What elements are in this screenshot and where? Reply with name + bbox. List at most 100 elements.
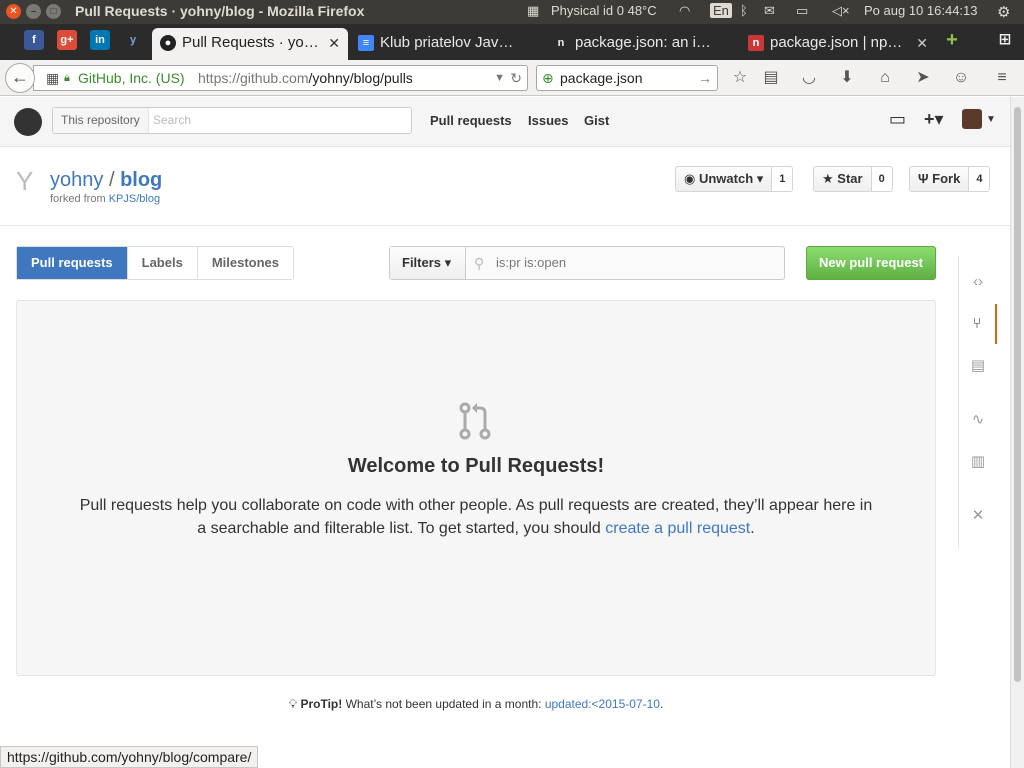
pull-request-nav-icon[interactable]: ⑂ [959,304,997,344]
system-gear-icon[interactable]: ⚙ [997,3,1010,21]
pocket-icon[interactable]: ◡ [799,68,819,88]
graphs-icon[interactable]: ▥ [959,442,997,482]
subnav-milestones[interactable]: Milestones [196,247,293,279]
download-icon[interactable]: ⬇ [837,68,857,88]
star-icon: ★ [822,171,838,186]
volume-icon[interactable]: ◁× [832,3,850,19]
window-close-icon[interactable]: ✕ [6,4,21,19]
search-bar[interactable]: ⊕ package.json → [536,65,718,91]
pulse-icon[interactable]: ∿ [959,400,997,440]
repo-search[interactable]: This repository Search [52,107,412,134]
chevron-down-icon[interactable]: ▼ [986,114,996,125]
settings-icon[interactable]: ✕ [959,496,997,536]
tab-groups-icon[interactable]: ⊞ [995,30,1015,50]
navigation-bar: ▦ 🔒︎ GitHub, Inc. (US) https://github.co… [0,60,1024,96]
status-bar: https://github.com/yohny/blog/compare/ [0,746,259,768]
search-scope: This repository [53,108,149,133]
unwatch-button[interactable]: ◉ Unwatch ▾ [675,166,773,192]
repo-owner-link[interactable]: yohny [50,169,103,191]
repo-name-link[interactable]: blog [120,169,162,191]
wifi-icon[interactable]: ◠ [679,3,690,19]
reading-list-icon[interactable]: ▤ [761,68,781,88]
protip-text: What’s not been updated in a month: [342,697,545,711]
close-icon[interactable]: ✕ [916,28,928,58]
lightbulb-icon: 💡︎ [288,697,301,711]
watch-count[interactable]: 1 [772,166,794,192]
protip-link[interactable]: updated:<2015-07-10 [545,697,660,711]
code-icon[interactable]: ‹› [959,262,997,302]
wiki-icon[interactable]: ▤ [959,346,997,386]
clock[interactable]: Po aug 10 16:44:13 [864,3,978,18]
create-pull-request-link[interactable]: create a pull request [605,520,750,537]
tab-pull-requests[interactable]: ● Pull Requests · yo… ✕ [152,28,348,60]
home-icon[interactable]: ⌂ [875,68,895,88]
eye-icon: ◉ [684,171,699,186]
subnav-pull-requests[interactable]: Pull requests [17,247,127,279]
new-pull-request-button[interactable]: New pull request [806,246,936,280]
search-engine-icon[interactable]: ⊕ [542,66,554,90]
tab-package-json[interactable]: n package.json: an i… [545,28,737,60]
github-logo-icon[interactable] [14,108,42,136]
tab-npm[interactable]: n package.json | np… ✕ [740,28,936,60]
forked-prefix: forked from [50,193,106,205]
new-tab-icon[interactable]: + [942,30,962,50]
page-info-icon[interactable]: ▦ [46,66,59,90]
nav-gist[interactable]: Gist [584,113,609,128]
close-icon[interactable]: ✕ [328,28,340,58]
blankslate-title: Welcome to Pull Requests! [347,455,605,477]
keyboard-layout[interactable]: En [710,3,732,18]
filters-label: Filters [402,255,442,270]
dropdown-icon[interactable]: ▼ [494,66,505,90]
star-button[interactable]: ★ Star [813,166,872,192]
filters-bar: Filters ▾ ⚲ is:pr is:open [389,246,785,280]
scrollbar[interactable] [1010,97,1024,768]
protip: 💡︎ ProTip! What’s not been updated in a … [0,697,952,712]
filters-button[interactable]: Filters ▾ [390,247,466,279]
tab-klub[interactable]: ≡ Klub priatelov Jav… [350,28,542,60]
window-maximize-icon[interactable]: □ [46,4,61,19]
fork-count[interactable]: 4 [969,166,991,192]
avatar[interactable] [962,109,982,129]
lock-icon: 🔒︎ [64,72,70,84]
add-icon[interactable]: +▾ [924,109,944,130]
url-text[interactable]: https://github.com/yohny/blog/pulls [198,66,413,90]
facebook-icon[interactable]: f [24,30,44,50]
go-arrow-icon[interactable]: → [698,66,712,90]
menu-icon[interactable]: ≡ [992,68,1012,88]
blankslate-text: Pull requests help you collaborate on co… [75,494,877,540]
cpu-icon[interactable]: ▦ [527,3,539,19]
issues-subnav: Pull requests Labels Milestones [16,246,295,280]
nav-pull-requests[interactable]: Pull requests [430,113,512,128]
fork-button[interactable]: Ψ Fork [909,166,970,192]
send-icon[interactable]: ➤ [913,68,933,88]
scrollbar-thumb[interactable] [1014,107,1021,682]
url-bar[interactable]: ▦ 🔒︎ GitHub, Inc. (US) https://github.co… [33,65,528,91]
star-count[interactable]: 0 [871,166,893,192]
nav-issues[interactable]: Issues [528,113,568,128]
subnav-labels[interactable]: Labels [126,247,197,279]
google-plus-icon[interactable]: g+ [57,30,77,50]
bookmark-star-icon[interactable]: ☆ [730,68,750,88]
tab-label: package.json | np… [770,34,903,51]
chat-icon[interactable]: ☺ [951,68,971,88]
window-minimize-icon[interactable]: – [26,4,41,19]
npm-icon: n [748,35,764,51]
filter-input[interactable]: is:pr is:open [496,247,566,279]
forked-from-link[interactable]: KPJS/blog [109,193,160,205]
github-header: This repository Search Pull requests Iss… [0,97,1010,147]
fork-icon: Ψ [918,171,933,186]
mail-icon[interactable]: ✉ [764,3,775,19]
battery-icon[interactable]: ▭ [796,3,808,19]
search-placeholder: Search [153,113,192,127]
yammer-icon[interactable]: y [123,30,143,50]
inbox-icon[interactable]: ▭ [889,109,906,130]
reload-icon[interactable]: ↻ [510,66,522,90]
bluetooth-icon[interactable]: ᛒ [740,3,748,18]
repo-title: yohny / blog [50,169,162,192]
tab-label: Pull Requests · yo… [182,34,319,51]
linkedin-icon[interactable]: in [90,30,110,50]
back-button[interactable]: ← [5,63,35,93]
site-identity[interactable]: GitHub, Inc. (US) [78,66,185,90]
temperature-indicator[interactable]: Physical id 0 48°C [551,3,657,18]
window-title: Pull Requests · yohny/blog - Mozilla Fir… [75,3,365,19]
